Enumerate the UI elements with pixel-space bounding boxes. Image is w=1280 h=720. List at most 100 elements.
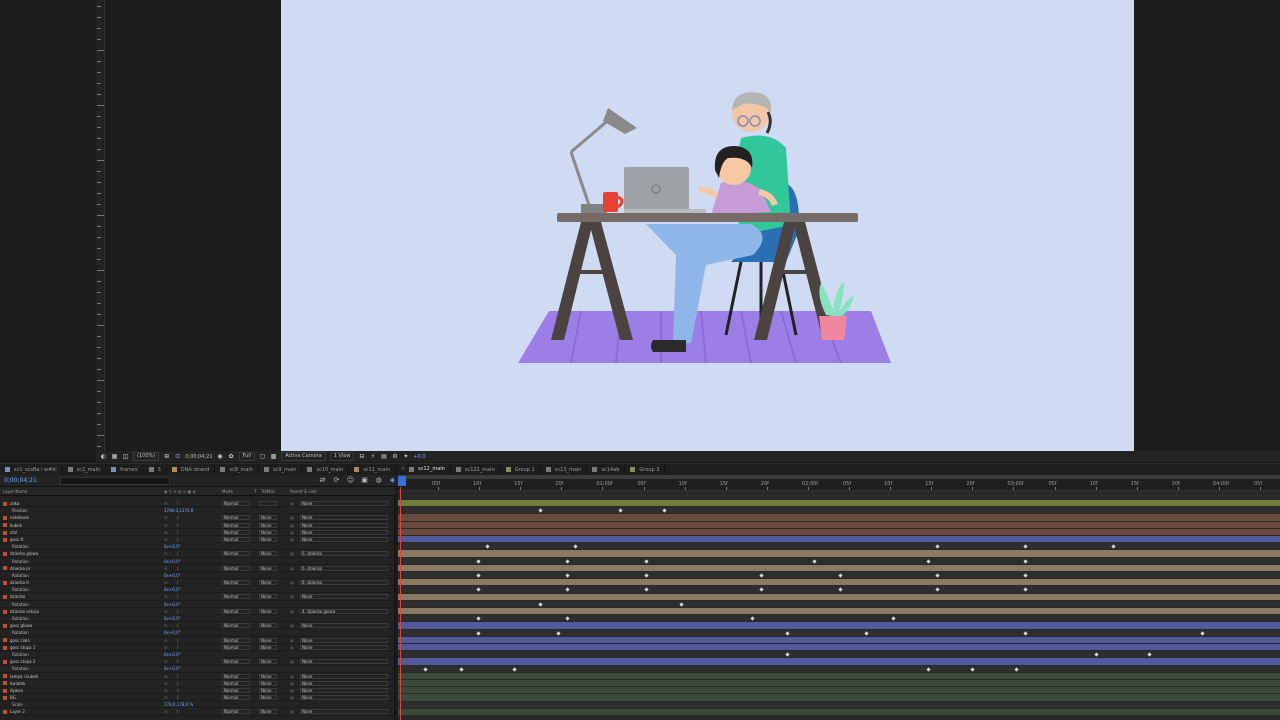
- tab-composition[interactable]: sc1_scsBa i w#ki: [0, 464, 63, 475]
- layer-duration-bar[interactable]: [398, 514, 1280, 521]
- shy-switch-icon[interactable]: ☉: [164, 680, 168, 687]
- pick-whip-icon[interactable]: ◎: [290, 694, 294, 701]
- property-track[interactable]: [398, 543, 1280, 550]
- property-track[interactable]: [398, 600, 1280, 607]
- always-preview-icon[interactable]: ◐: [100, 453, 107, 460]
- shy-switch-icon[interactable]: ☉: [164, 708, 168, 715]
- tab-composition[interactable]: sc14ab: [587, 464, 626, 475]
- property-track[interactable]: [398, 507, 1280, 514]
- layer-name[interactable]: notebook: [10, 514, 29, 521]
- quality-switch-icon[interactable]: /: [177, 529, 178, 536]
- blend-mode-dropdown[interactable]: Normal: [222, 695, 250, 701]
- region-of-interest-icon[interactable]: ▢: [259, 453, 266, 460]
- trkmat-dropdown[interactable]: None: [259, 680, 277, 686]
- quality-switch-icon[interactable]: /: [177, 708, 178, 715]
- time-ruler[interactable]: 05f 10f 15f 20f 01;00f 05f 10f 15f 20f 02;00f 05f 1…: [398, 475, 1280, 491]
- trkmat-dropdown[interactable]: None: [259, 536, 277, 542]
- trkmat-dropdown[interactable]: None: [259, 637, 277, 643]
- layer-row[interactable]: Layer 2 ☉ / Normal None ◎ None: [0, 708, 395, 716]
- layer-color-label[interactable]: [3, 530, 7, 535]
- tab-composition[interactable]: sc8_main: [215, 464, 259, 475]
- t-column[interactable]: T: [254, 489, 256, 494]
- pick-whip-icon[interactable]: ◎: [290, 673, 294, 680]
- trkmat-dropdown[interactable]: None: [259, 695, 277, 701]
- safe-zones-icon[interactable]: ⊞: [163, 453, 170, 460]
- blend-mode-dropdown[interactable]: Normal: [222, 594, 250, 600]
- property-row[interactable]: Scale 178,0,178,0 %: [0, 701, 395, 709]
- parent-dropdown[interactable]: 4. dziecko glowa: [300, 608, 388, 614]
- layer-name[interactable]: kwiatek: [10, 680, 26, 687]
- parent-dropdown[interactable]: 6. dziecko: [300, 580, 388, 586]
- layer-row[interactable]: gosc glowa ☉ / Normal None ◎ None: [0, 622, 395, 630]
- property-track[interactable]: [398, 615, 1280, 622]
- layer-row[interactable]: kubek ☉ / Normal None ◎ None: [0, 522, 395, 529]
- pick-whip-icon[interactable]: ◎: [290, 522, 294, 529]
- blend-mode-dropdown[interactable]: Normal: [222, 644, 250, 650]
- blend-mode-dropdown[interactable]: Normal: [222, 637, 250, 643]
- layer-row[interactable]: dziecko glowa ☉ / Normal None ◎ 6. dziecko: [0, 550, 395, 558]
- comp-marker-icon[interactable]: ⇄: [318, 476, 327, 485]
- blend-mode-dropdown[interactable]: Normal: [222, 536, 250, 542]
- pick-whip-icon[interactable]: ◎: [290, 529, 294, 536]
- layer-row[interactable]: dziecko lt ☉ / Normal None ◎ 6. dziecko: [0, 579, 395, 587]
- blend-mode-dropdown[interactable]: Normal: [222, 565, 250, 571]
- pick-whip-icon[interactable]: ◎: [290, 708, 294, 715]
- flowchart-icon[interactable]: ⚙: [391, 453, 398, 460]
- quality-switch-icon[interactable]: /: [177, 622, 178, 629]
- magnification-dropdown[interactable]: (100%): [133, 452, 160, 461]
- pick-whip-icon[interactable]: ◎: [290, 500, 294, 507]
- pick-whip-icon[interactable]: ◎: [290, 680, 294, 687]
- current-time-indicator[interactable]: [398, 476, 406, 486]
- shy-switch-icon[interactable]: ☉: [164, 644, 168, 651]
- layer-duration-bar[interactable]: [398, 708, 1280, 715]
- quality-switch-icon[interactable]: /: [177, 694, 178, 701]
- property-value[interactable]: 0x+0,0°: [164, 572, 181, 579]
- pick-whip-icon[interactable]: ◎: [290, 593, 294, 600]
- property-row[interactable]: Rotation 0x+0,0°: [0, 572, 395, 580]
- layer-name[interactable]: lampa i kubek: [10, 673, 38, 680]
- shy-switch-icon[interactable]: ☉: [164, 536, 168, 543]
- layer-row[interactable]: gosc stopa 2 ☉ / Normal None ◎ None: [0, 658, 395, 666]
- blend-mode-dropdown[interactable]: Normal: [222, 580, 250, 586]
- shy-switch-icon[interactable]: ☉: [164, 593, 168, 600]
- pick-whip-icon[interactable]: ◎: [290, 622, 294, 629]
- frame-blending-icon[interactable]: ▣: [360, 476, 369, 485]
- trkmat-dropdown[interactable]: None: [259, 580, 277, 586]
- layer-row[interactable]: dziecko pr ☉ / Normal None ◎ 6. dziecko: [0, 565, 395, 572]
- layer-name[interactable]: Layer 2: [10, 708, 25, 715]
- toggle-pixel-icon[interactable]: ⊟: [358, 453, 365, 460]
- layer-row[interactable]: zdka ☉ / Normal ◎ None: [0, 500, 395, 508]
- layer-row[interactable]: dziecko ☉ / Normal None ◎ None: [0, 593, 395, 601]
- parent-dropdown[interactable]: None: [300, 644, 388, 650]
- layer-duration-bar[interactable]: [398, 579, 1280, 586]
- layer-duration-bar[interactable]: [398, 672, 1280, 679]
- blend-mode-dropdown[interactable]: Normal: [222, 522, 250, 528]
- parent-column[interactable]: Parent & Link: [290, 489, 317, 494]
- property-row[interactable]: Rotation 0x+0,0°: [0, 615, 395, 623]
- reset-exposure-icon[interactable]: ✦: [402, 453, 409, 460]
- parent-dropdown[interactable]: None: [300, 687, 388, 693]
- trkmat-dropdown[interactable]: None: [259, 608, 277, 614]
- layer-duration-bar[interactable]: [398, 644, 1280, 651]
- layer-row[interactable]: gosc stopa 1 ☉ / Normal None ◎ None: [0, 644, 395, 651]
- layer-color-label[interactable]: [3, 609, 7, 614]
- parent-dropdown[interactable]: None: [300, 529, 388, 535]
- layer-name[interactable]: dziecko sekcja: [10, 608, 39, 615]
- trkmat-dropdown[interactable]: None: [259, 565, 277, 571]
- mask-icon[interactable]: ◫: [122, 453, 129, 460]
- layer-row[interactable]: lampa i kubek ☉ / Normal None ◎ None: [0, 673, 395, 680]
- parent-dropdown[interactable]: None: [300, 501, 388, 506]
- blend-mode-dropdown[interactable]: Normal: [222, 680, 250, 686]
- trkmat-dropdown[interactable]: None: [259, 644, 277, 650]
- resolution-dropdown[interactable]: Full: [238, 452, 256, 461]
- grid-icon[interactable]: ▦: [111, 453, 118, 460]
- tab-composition[interactable]: Group 1: [501, 464, 541, 475]
- quality-switch-icon[interactable]: /: [177, 550, 178, 557]
- timeline-icon[interactable]: ▤: [380, 453, 387, 460]
- layer-name[interactable]: dywan: [10, 687, 23, 694]
- layer-duration-bar[interactable]: [398, 658, 1280, 665]
- property-value[interactable]: 0x+0,0°: [164, 651, 181, 658]
- layer-color-label[interactable]: [3, 523, 7, 528]
- timeline-tracks[interactable]: [398, 491, 1280, 720]
- layer-name[interactable]: BG: [10, 694, 16, 701]
